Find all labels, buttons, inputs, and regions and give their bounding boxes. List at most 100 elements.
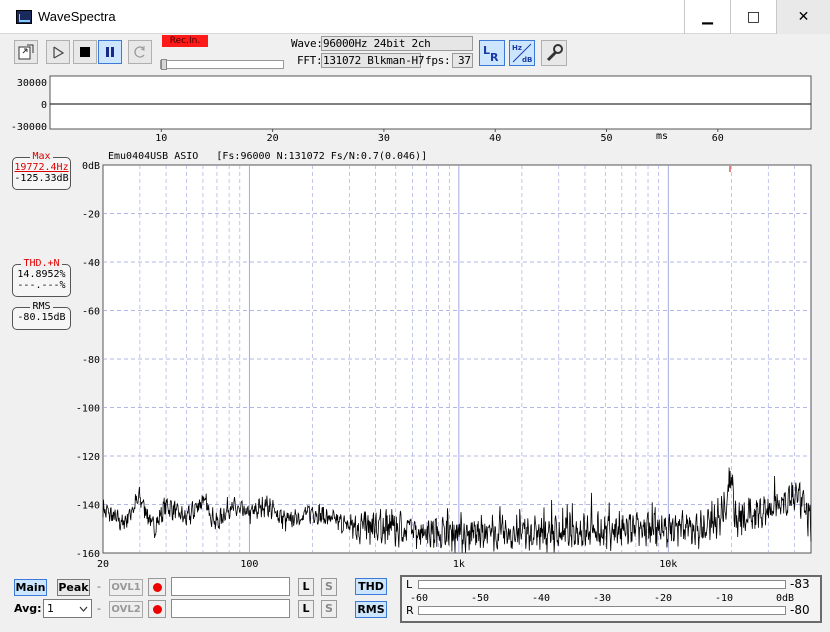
wave-label: Wave: — [291, 37, 323, 50]
loop-icon — [134, 46, 145, 58]
lr-channel-button[interactable]: LR — [479, 40, 505, 66]
ovl2-button[interactable]: OVL2 — [109, 601, 143, 618]
level-meter: L -83 -60 -50 -40 -30 -20 -10 0dB R -80 — [400, 575, 822, 623]
close-icon: ✕ — [797, 9, 810, 25]
rms-button[interactable]: RMS — [355, 601, 387, 618]
fft-label: FFT: — [297, 54, 323, 67]
ovl1-load-button[interactable]: L — [298, 578, 314, 596]
meter-scale: -60 -50 -40 -30 -20 -10 0dB — [410, 593, 794, 604]
rms-value: -80.15dB — [17, 312, 66, 323]
close-button[interactable]: ✕ — [776, 0, 830, 34]
ovl2-load-button[interactable]: L — [298, 600, 314, 618]
ovl2-save-button[interactable]: S — [321, 600, 337, 618]
meter-scale-label: -30 — [593, 593, 611, 604]
spectrum-y-tick: -80 — [82, 355, 100, 366]
play-icon — [53, 46, 65, 59]
ovl1-name-field[interactable] — [171, 577, 290, 596]
maximize-icon: □ — [746, 9, 761, 25]
waveform-y-tick: 30000 — [17, 78, 47, 89]
max-readout: Max 19772.4Hz -125.33dB — [12, 151, 71, 190]
meter-left-bar — [418, 580, 786, 589]
window-title: WaveSpectra — [38, 9, 116, 24]
ovl1-button[interactable]: OVL1 — [109, 579, 143, 596]
meter-scale-label: -10 — [715, 593, 733, 604]
spectrum-y-tick: -140 — [76, 501, 100, 512]
minimize-icon: ▁ — [702, 9, 713, 25]
waveform-x-tick: 30 — [378, 133, 390, 144]
stop-icon — [80, 47, 90, 57]
meter-scale-label: -60 — [410, 593, 428, 604]
play-button[interactable] — [46, 40, 70, 64]
ovl1-save-button[interactable]: S — [321, 578, 337, 596]
hz-db-scale-button[interactable]: Hz dB — [509, 40, 535, 66]
rms-caption: RMS — [30, 301, 53, 312]
spectrum-x-tick: 10k — [659, 559, 677, 570]
spectrum-y-tick: -40 — [82, 258, 100, 269]
thd-readout: THD.+N 14.8952% ---.---% — [12, 258, 71, 297]
max-frequency: 19772.4Hz — [14, 162, 69, 173]
peak-button[interactable]: Peak — [57, 579, 90, 596]
separator-dash: - — [97, 580, 101, 593]
minimize-button[interactable]: ▁ — [684, 0, 730, 34]
separator-dash-2: - — [97, 602, 101, 615]
avg-select[interactable]: 1 — [43, 599, 92, 618]
fft-setting-value: 131072 Blkman-H7 — [323, 54, 425, 67]
app-icon — [16, 10, 32, 24]
thd-button[interactable]: THD — [355, 578, 387, 595]
title-bar: WaveSpectra ▁ □ ✕ — [0, 0, 830, 34]
waveform-plot-area — [49, 75, 812, 130]
waveform-x-tick: 50 — [600, 133, 612, 144]
waveform-y-tick: 0 — [41, 100, 47, 111]
waveform-x-unit: ms — [656, 131, 669, 142]
stop-button[interactable] — [73, 40, 97, 64]
svg-text:dB: dB — [522, 56, 532, 64]
spectrum-y-tick: -20 — [82, 210, 100, 221]
spectrum-x-tick: 1k — [453, 559, 465, 570]
thd-value-secondary: ---.---% — [17, 280, 66, 291]
rec-input-indicator: Rec.In. — [162, 35, 208, 47]
lr-channel-icon: LR — [483, 44, 499, 63]
settings-wrench-icon — [546, 44, 563, 62]
waveform-panel: 30000 0 -30000 10 20 30 40 50 60 — [11, 75, 812, 144]
waveform-x-tick: 40 — [489, 133, 501, 144]
fps-value: 37 — [458, 54, 471, 67]
spectrum-x-tick: 20 — [97, 559, 109, 570]
main-button[interactable]: Main — [14, 579, 47, 596]
spectrum-x-tick: 100 — [240, 559, 258, 570]
meter-right-label: R — [406, 604, 414, 617]
spectrum-y-tick: -100 — [76, 404, 100, 415]
waveform-y-tick: -30000 — [11, 122, 47, 133]
spectrum-y-tick: 0dB — [82, 161, 100, 172]
ovl2-name-field[interactable] — [171, 599, 290, 618]
svg-text:R: R — [490, 51, 499, 63]
spectrum-panel: 0dB-20-40-60-80-100-120-140-160 20 100 1k 1… — [76, 161, 812, 570]
slider-thumb[interactable] — [161, 59, 167, 70]
playback-slider[interactable] — [160, 59, 284, 70]
fps-label: fps: — [425, 54, 451, 67]
spectrum-y-tick: -120 — [76, 452, 100, 463]
hz-db-scale-icon: HzdB — [512, 43, 532, 64]
chevron-down-icon — [79, 606, 88, 612]
settings-button[interactable] — [541, 40, 567, 66]
thd-value: 14.8952% — [17, 269, 66, 280]
max-level: -125.33dB — [14, 173, 69, 184]
meter-left-value: -83 — [790, 577, 810, 591]
avg-select-value: 1 — [47, 602, 54, 615]
waveform-x-tick: 10 — [155, 133, 167, 144]
meter-scale-label: -50 — [471, 593, 489, 604]
meter-right-bar — [418, 606, 786, 615]
meter-scale-label: -40 — [532, 593, 550, 604]
svg-text:Hz: Hz — [512, 44, 522, 52]
meter-right-value: -80 — [790, 603, 810, 617]
loop-button[interactable] — [128, 40, 152, 64]
spectrum-y-tick: -60 — [82, 307, 100, 318]
max-caption: Max — [30, 151, 53, 162]
maximize-button[interactable]: □ — [730, 0, 776, 34]
thd-caption: THD.+N — [21, 258, 62, 269]
ovl2-record-button[interactable] — [148, 600, 166, 618]
ovl1-record-button[interactable] — [148, 578, 166, 596]
open-file-button[interactable] — [14, 40, 38, 64]
wave-format-value: 96000Hz 24bit 2ch — [323, 37, 431, 50]
rms-readout: RMS -80.15dB — [12, 301, 71, 330]
pause-button[interactable] — [98, 40, 122, 64]
